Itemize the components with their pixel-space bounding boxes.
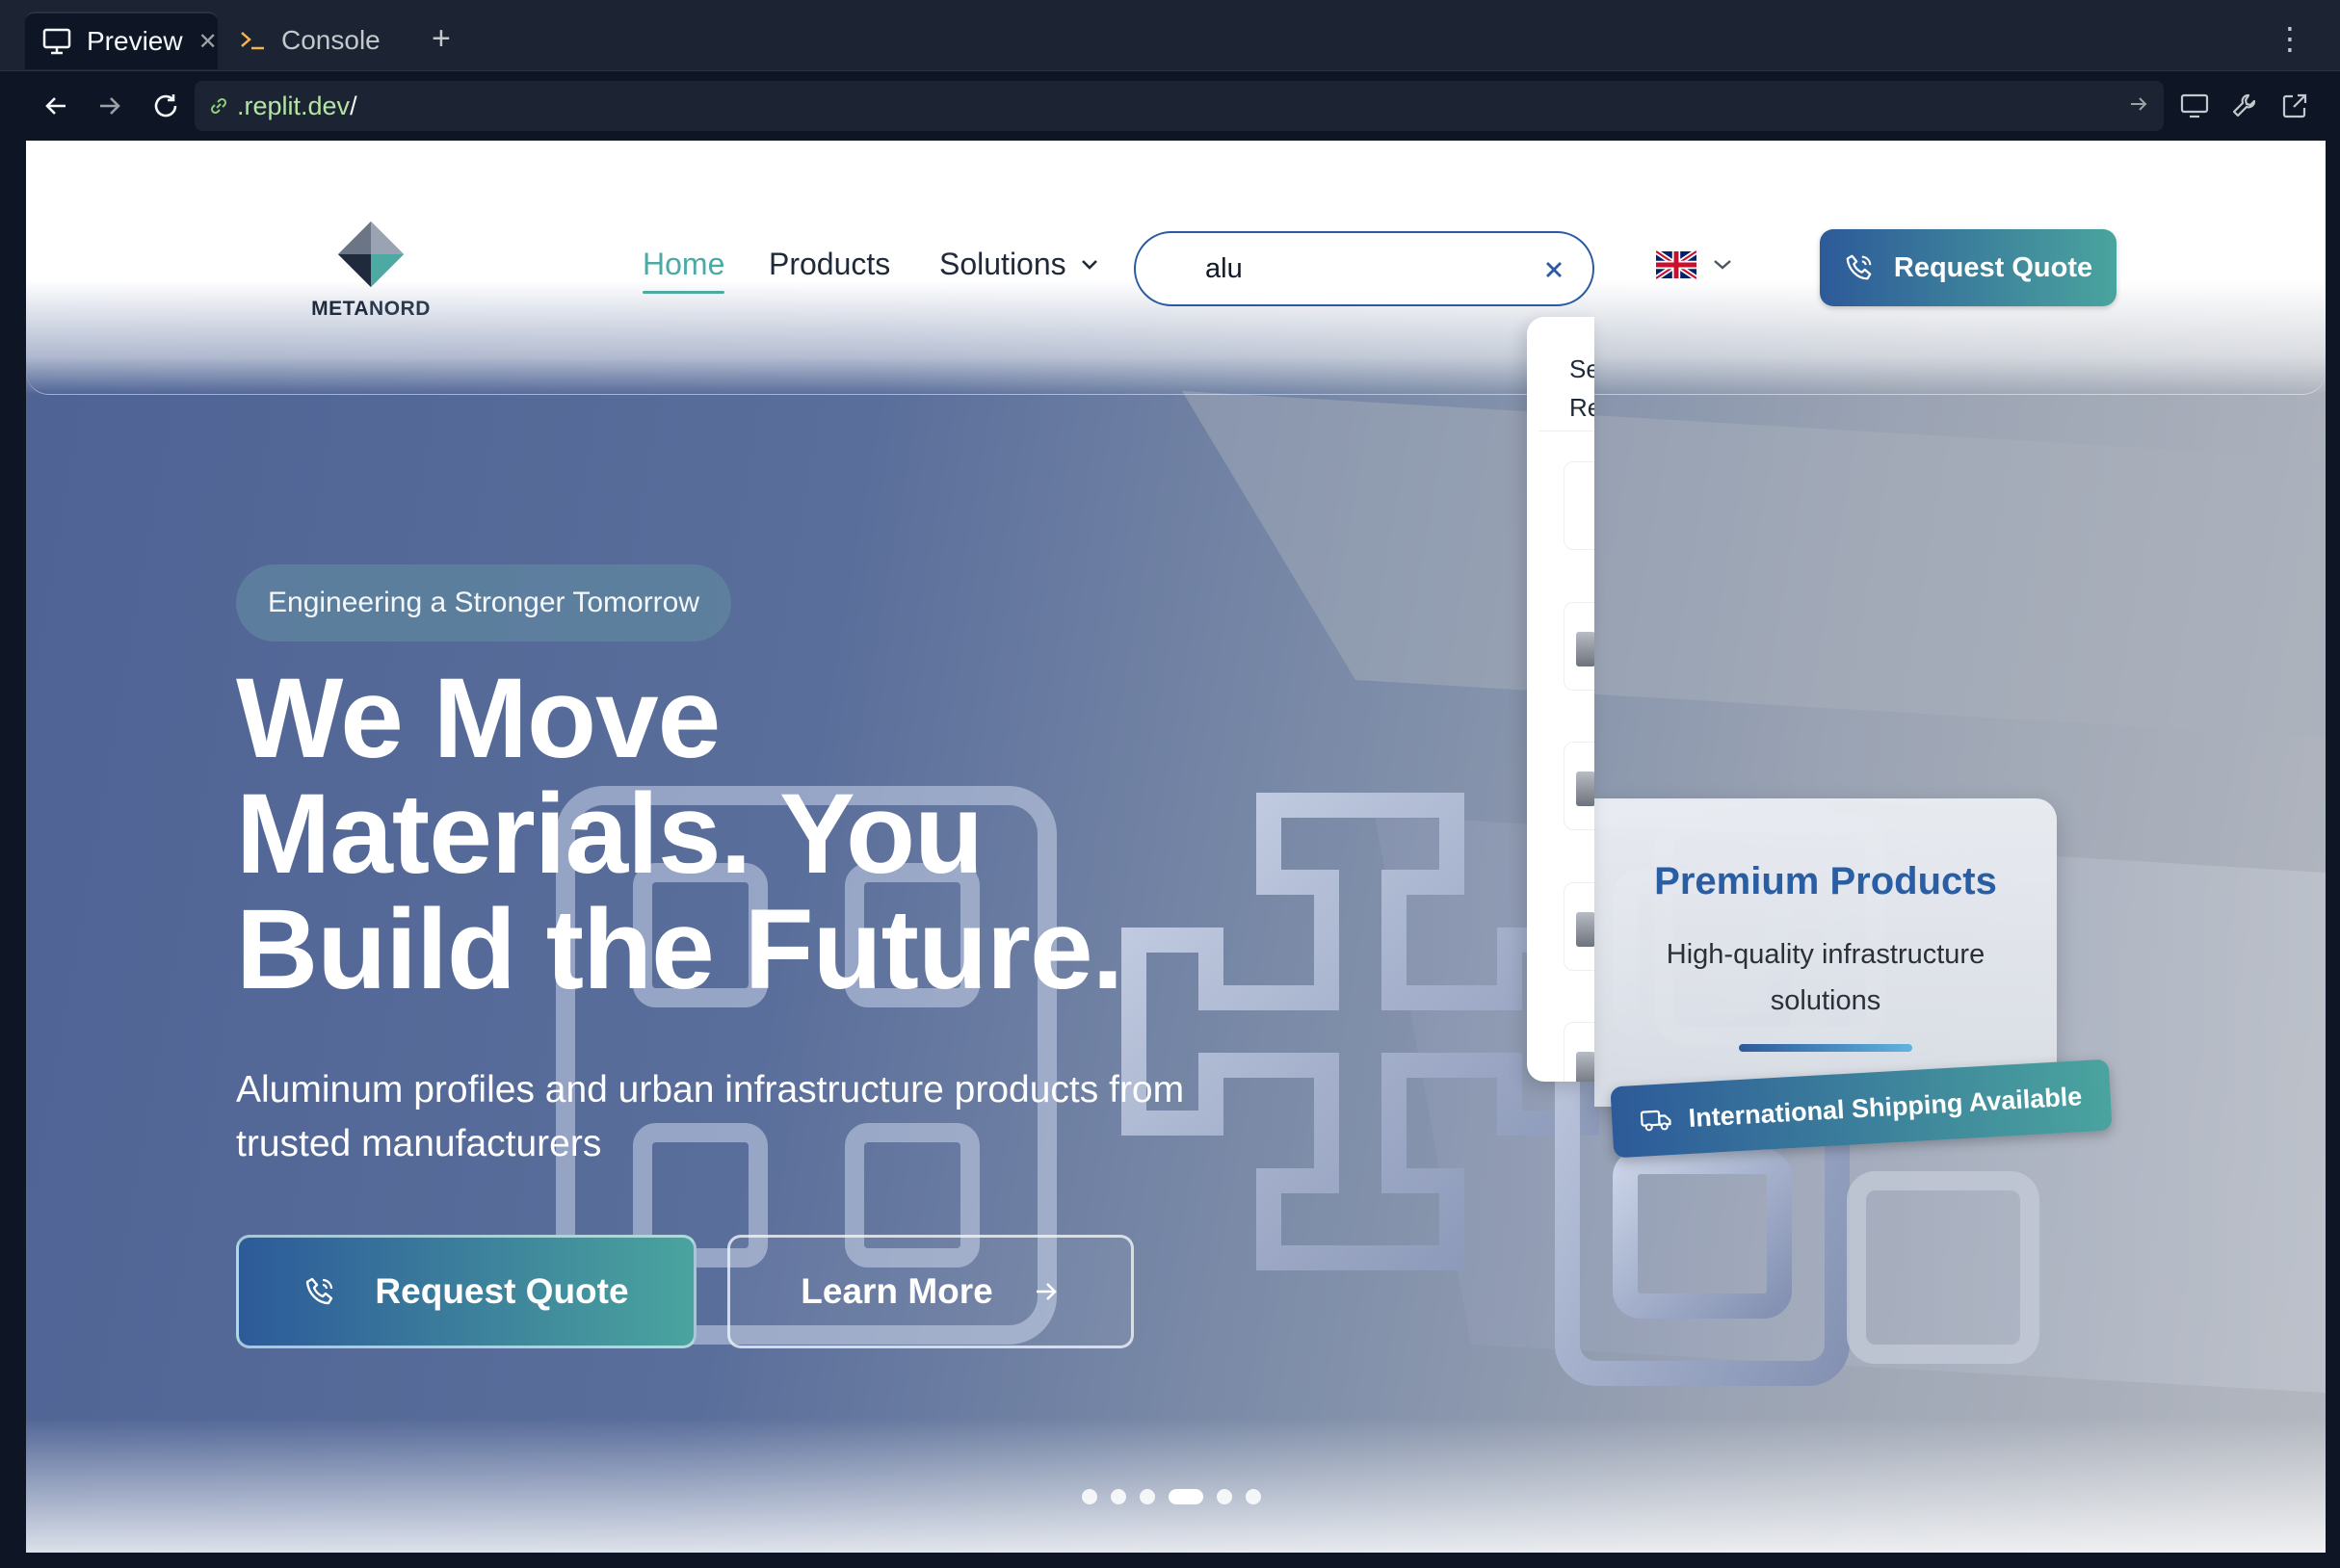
- result-thumbnail: [1576, 632, 1594, 666]
- premium-card-accent-bar: [1739, 1044, 1912, 1052]
- metanord-logo[interactable]: METANORD: [284, 220, 458, 321]
- chevron-down-icon: [1081, 259, 1097, 270]
- hero-headline-line-3: Build the Future.: [236, 886, 1123, 1013]
- url-bar: .replit.dev/: [0, 71, 2340, 141]
- premium-products-card: Premium Products High-quality infrastruc…: [1594, 798, 2057, 1107]
- tab-preview-label: Preview: [87, 26, 183, 56]
- carousel-dot[interactable]: [1246, 1489, 1261, 1504]
- hero-request-quote-button[interactable]: Request Quote: [236, 1235, 697, 1348]
- phone-icon: [1846, 254, 1872, 280]
- hero-headline-line-2: Materials. You: [236, 771, 984, 898]
- back-icon[interactable]: [37, 87, 75, 125]
- hero-bottom-fade: [26, 1418, 2326, 1553]
- premium-card-title: Premium Products: [1654, 860, 1997, 902]
- header-request-quote-button[interactable]: Request Quote: [1820, 229, 2117, 306]
- forward-icon[interactable]: [91, 87, 129, 125]
- uk-flag-icon: [1656, 250, 1696, 279]
- search-result-item[interactable]: [1564, 742, 1594, 830]
- search-clear-icon[interactable]: [1540, 256, 1567, 283]
- search-result-item[interactable]: [1564, 461, 1594, 550]
- carousel-dot-active[interactable]: [1169, 1489, 1203, 1504]
- carousel-dot[interactable]: [1111, 1489, 1126, 1504]
- search-result-item[interactable]: [1564, 882, 1594, 971]
- shipping-badge-label: International Shipping Available: [1687, 1081, 2083, 1133]
- preview-viewport: Engineering a Stronger Tomorrow We Move …: [26, 141, 2326, 1553]
- url-field[interactable]: .replit.dev/: [195, 81, 2164, 131]
- result-thumbnail: [1576, 1052, 1594, 1082]
- hero-tagline-badge: Engineering a Stronger Tomorrow: [236, 564, 732, 641]
- nav-solutions[interactable]: Solutions: [939, 247, 1099, 282]
- carousel-dot[interactable]: [1217, 1489, 1232, 1504]
- hero-request-quote-label: Request Quote: [375, 1271, 629, 1311]
- hero-headline-line-1: We Move: [236, 655, 721, 782]
- terminal-icon: [241, 32, 264, 50]
- logo-mark-icon: [338, 222, 404, 287]
- carousel-dot[interactable]: [1082, 1489, 1097, 1504]
- nav-products[interactable]: Products: [769, 247, 890, 282]
- nav-solutions-label: Solutions: [939, 247, 1066, 281]
- nav-home[interactable]: Home: [643, 247, 725, 294]
- logo-wordmark: METANORD: [311, 298, 431, 320]
- editor-tabbar: Preview ✕ Console + ⋮: [0, 0, 2340, 71]
- learn-more-button[interactable]: Learn More: [727, 1235, 1134, 1348]
- search-results-dropdown: SeRe: [1527, 317, 1594, 1082]
- device-preview-icon[interactable]: [2175, 87, 2214, 125]
- open-new-window-icon[interactable]: [2275, 87, 2314, 125]
- tab-console-label: Console: [281, 25, 381, 55]
- chevron-down-icon: [1714, 260, 1731, 270]
- monitor-icon: [42, 28, 71, 55]
- hero-subtitle: Aluminum profiles and urban infrastructu…: [236, 1069, 1185, 1164]
- carousel-indicators: [1082, 1489, 1261, 1504]
- result-thumbnail: [1576, 771, 1594, 806]
- devtools-wrench-icon[interactable]: [2225, 87, 2264, 125]
- go-arrow-icon[interactable]: [2127, 92, 2150, 120]
- hero-headline: We Move Materials. You Build the Future.: [236, 661, 1392, 1007]
- link-icon: [210, 97, 227, 115]
- tab-console[interactable]: Console: [222, 12, 414, 69]
- truck-icon: [1641, 1110, 1672, 1132]
- arrow-right-icon: [1036, 1283, 1057, 1300]
- premium-card-description: High-quality infrastructure solutions: [1666, 939, 1985, 1016]
- result-thumbnail: [1576, 912, 1594, 947]
- search-result-item[interactable]: [1564, 602, 1594, 691]
- close-tab-icon[interactable]: ✕: [198, 28, 218, 56]
- more-options-icon[interactable]: ⋮: [2274, 21, 2305, 56]
- tab-preview[interactable]: Preview ✕: [25, 12, 218, 69]
- search-input-value: alu: [1205, 252, 1243, 284]
- phone-icon: [306, 1277, 333, 1305]
- header-request-quote-label: Request Quote: [1893, 251, 2093, 283]
- search-results-heading: SeRe: [1569, 354, 1594, 422]
- new-tab-button[interactable]: +: [432, 21, 451, 56]
- language-selector[interactable]: [1656, 250, 1733, 279]
- learn-more-label: Learn More: [801, 1271, 993, 1311]
- url-text: .replit.dev/: [237, 91, 357, 120]
- carousel-dot[interactable]: [1140, 1489, 1155, 1504]
- search-input[interactable]: alu: [1134, 231, 1594, 306]
- reload-icon[interactable]: [146, 87, 185, 125]
- search-result-item[interactable]: [1564, 1022, 1594, 1082]
- site-header: METANORD Home Products Solutions alu Req…: [26, 141, 2326, 395]
